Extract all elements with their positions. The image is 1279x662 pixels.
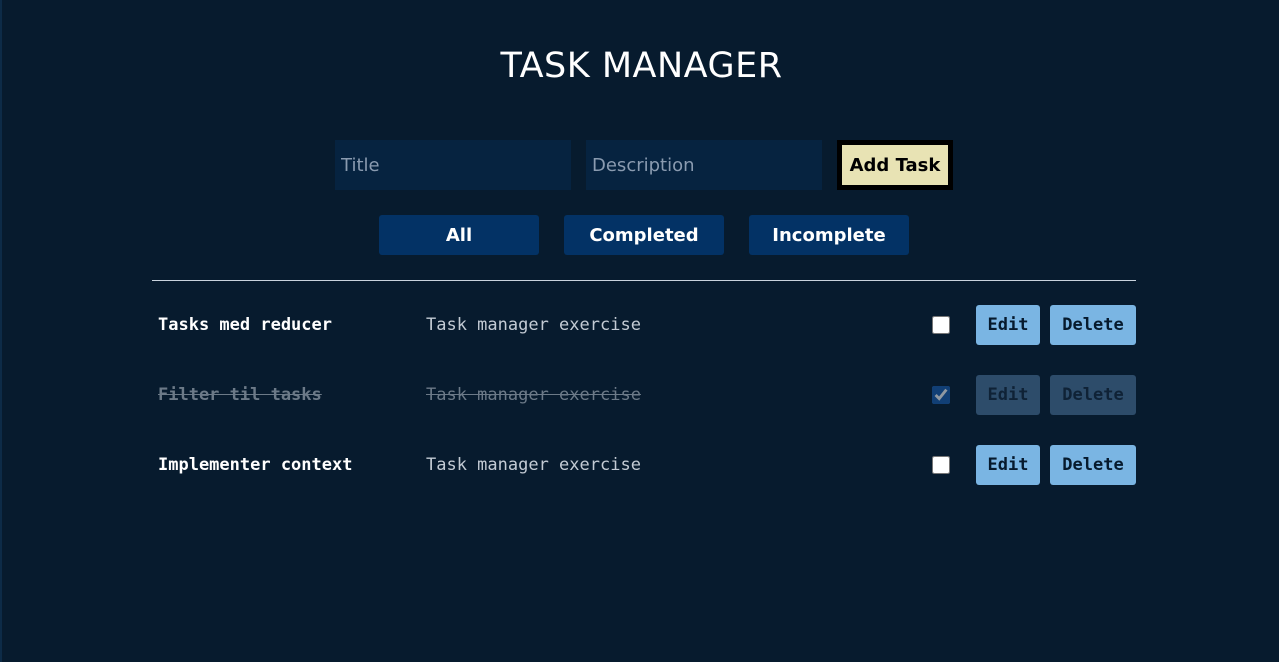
divider	[152, 280, 1136, 281]
task-description: Task manager exercise	[426, 385, 641, 405]
task-complete-checkbox[interactable]	[932, 316, 950, 334]
edit-button[interactable]: Edit	[976, 445, 1040, 485]
task-complete-checkbox[interactable]	[932, 386, 950, 404]
page-title: TASK MANAGER	[500, 46, 783, 86]
title-input[interactable]	[335, 140, 571, 190]
delete-button[interactable]: Delete	[1050, 305, 1136, 345]
task-description: Task manager exercise	[426, 455, 641, 475]
task-title: Implementer context	[158, 455, 353, 475]
delete-button[interactable]: Delete	[1050, 445, 1136, 485]
task-description: Task manager exercise	[426, 315, 641, 335]
task-complete-checkbox[interactable]	[932, 456, 950, 474]
filter-all-button[interactable]: All	[379, 215, 539, 255]
add-task-button[interactable]: Add Task	[837, 140, 953, 190]
description-input[interactable]	[586, 140, 822, 190]
task-row: Implementer context Task manager exercis…	[152, 445, 1136, 485]
task-row: Filter til tasks Task manager exercise E…	[152, 375, 1136, 415]
app-root: TASK MANAGER Add Task All Completed Inco…	[0, 0, 1277, 662]
task-row: Tasks med reducer Task manager exercise …	[152, 305, 1136, 345]
edit-button[interactable]: Edit	[976, 375, 1040, 415]
delete-button[interactable]: Delete	[1050, 375, 1136, 415]
task-title: Filter til tasks	[158, 385, 322, 405]
task-title: Tasks med reducer	[158, 315, 332, 335]
edit-button[interactable]: Edit	[976, 305, 1040, 345]
filter-completed-button[interactable]: Completed	[564, 215, 724, 255]
filter-incomplete-button[interactable]: Incomplete	[749, 215, 909, 255]
